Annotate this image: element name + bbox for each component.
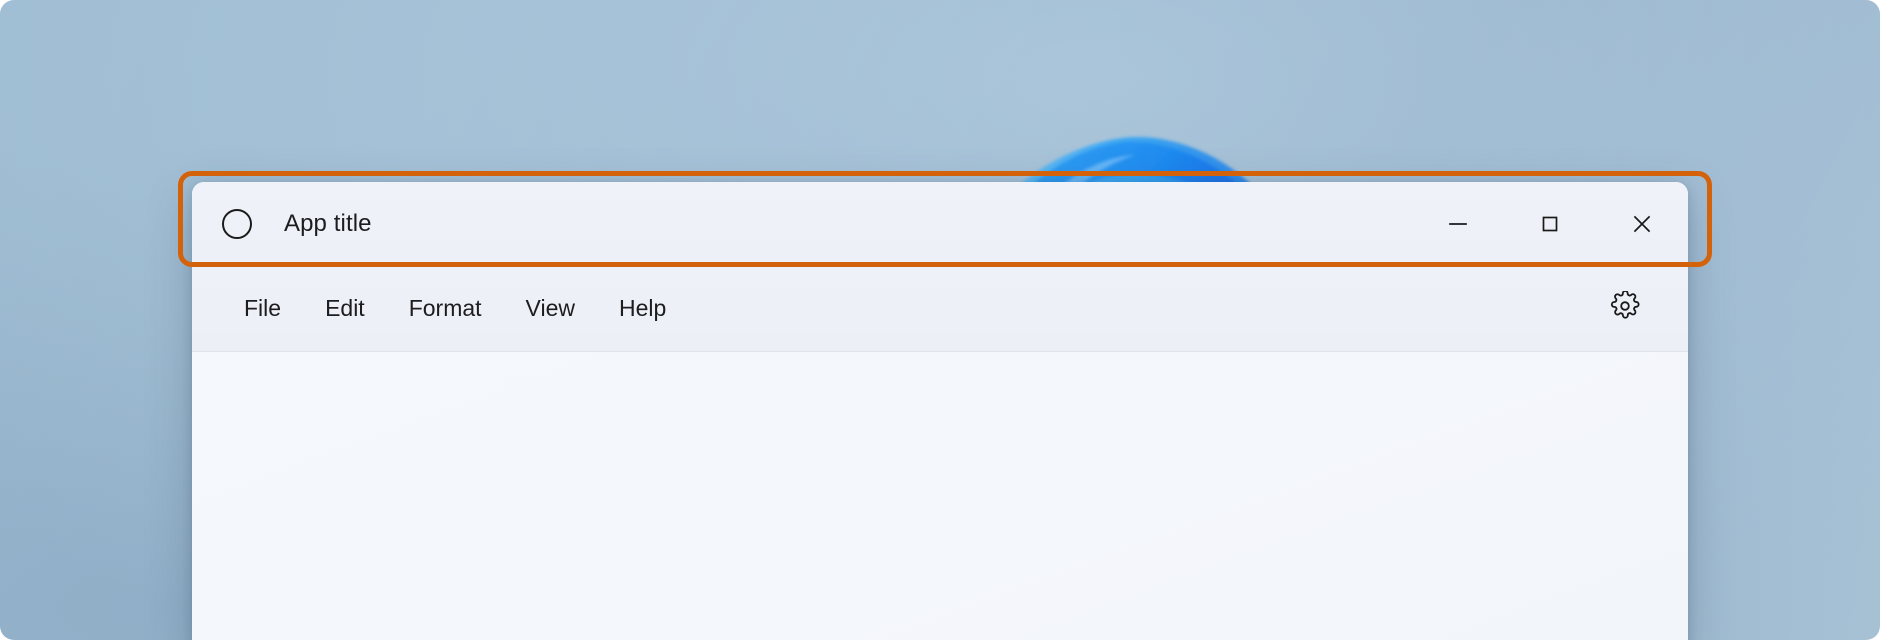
screen-root: App title File Edit Format View Help (0, 0, 1880, 640)
menu-item-format[interactable]: Format (387, 287, 504, 330)
minimize-button[interactable] (1412, 182, 1504, 266)
menu-item-file[interactable]: File (222, 287, 303, 330)
app-title: App title (284, 210, 372, 237)
settings-button[interactable] (1598, 282, 1652, 336)
maximize-button[interactable] (1504, 182, 1596, 266)
close-button[interactable] (1596, 182, 1688, 266)
circle-outline-icon (222, 209, 252, 239)
menu-item-edit[interactable]: Edit (303, 287, 387, 330)
window-controls (1412, 182, 1688, 266)
gear-icon (1610, 290, 1640, 326)
document-content-area[interactable] (192, 352, 1688, 640)
application-window: App title File Edit Format View Help (192, 182, 1688, 640)
menu-bar: File Edit Format View Help (192, 266, 1688, 352)
window-titlebar[interactable]: App title (192, 182, 1688, 266)
menu-item-view[interactable]: View (504, 287, 597, 330)
menu-item-help[interactable]: Help (597, 287, 688, 330)
